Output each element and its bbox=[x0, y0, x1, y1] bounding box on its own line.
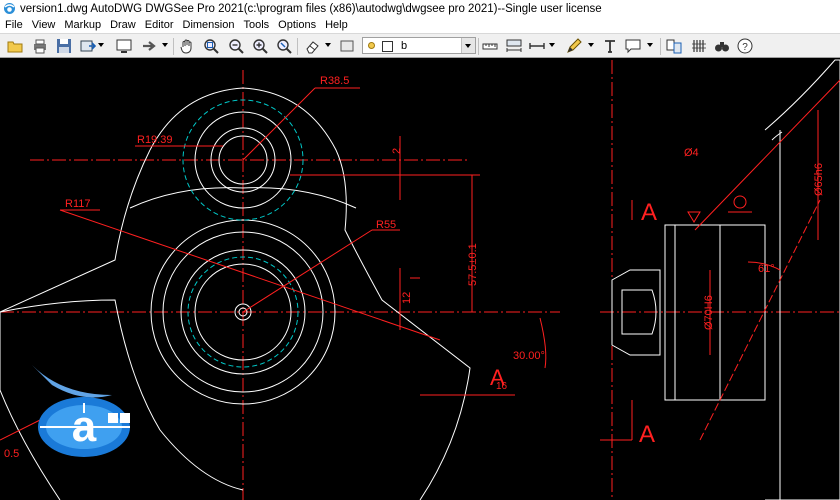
toolbar-separator bbox=[660, 38, 661, 55]
forward-dropdown-arrow[interactable] bbox=[162, 43, 168, 47]
dim-text-d4: Ø4 bbox=[684, 147, 699, 159]
menu-view[interactable]: View bbox=[32, 19, 56, 31]
section-label-a-bottom: A bbox=[639, 421, 655, 448]
display-icon[interactable] bbox=[115, 37, 133, 55]
hatch-icon[interactable] bbox=[690, 37, 708, 55]
dimension-icon[interactable] bbox=[505, 37, 523, 55]
flange-outline bbox=[764, 59, 840, 500]
dim-text-12: 12 bbox=[401, 292, 413, 304]
dim-text-r38: R38.5 bbox=[320, 75, 349, 87]
drawing-canvas[interactable]: R38.5 R19.39 R117 R55 2 57.5±0.1 12 30.0… bbox=[0, 58, 840, 500]
section-label-a-left: A bbox=[490, 365, 505, 390]
dim-text-left: 0.5 bbox=[4, 448, 19, 460]
zoom-in-icon[interactable] bbox=[251, 37, 269, 55]
app-icon bbox=[4, 3, 15, 14]
binoculars-icon[interactable] bbox=[713, 37, 731, 55]
measure-icon[interactable] bbox=[481, 37, 499, 55]
toolbar-separator bbox=[173, 38, 174, 55]
layer-dropdown-arrow[interactable] bbox=[461, 38, 475, 53]
rectangle-icon[interactable] bbox=[338, 37, 356, 55]
comment-icon[interactable] bbox=[624, 37, 642, 55]
export-dropdown-arrow[interactable] bbox=[98, 43, 104, 47]
dim-text-r117: R117 bbox=[65, 198, 90, 210]
layer-dropdown[interactable]: b bbox=[362, 37, 476, 54]
svg-text:?: ? bbox=[742, 42, 748, 53]
zoom-out-icon[interactable] bbox=[227, 37, 245, 55]
toolbar-separator bbox=[478, 38, 479, 55]
comment-dropdown-arrow[interactable] bbox=[647, 43, 653, 47]
print-icon[interactable] bbox=[31, 37, 49, 55]
layer-color-swatch bbox=[382, 41, 393, 52]
dim-text-r55: R55 bbox=[376, 219, 396, 231]
autodwg-logo: a bbox=[32, 365, 130, 457]
dim-text-575: 57.5±0.1 bbox=[467, 243, 479, 286]
dim-text-2: 2 bbox=[391, 148, 403, 154]
menu-file[interactable]: File bbox=[5, 19, 23, 31]
menu-options[interactable]: Options bbox=[278, 19, 316, 31]
dwgsee-window: version1.dwg AutoDWG DWGSee Pro 2021(c:\… bbox=[0, 0, 840, 500]
help-icon[interactable]: ? bbox=[736, 37, 754, 55]
menu-tools[interactable]: Tools bbox=[243, 19, 269, 31]
dim-text-61: 61° bbox=[758, 263, 775, 275]
hidden-diag-line bbox=[699, 199, 821, 441]
menu-markup[interactable]: Markup bbox=[64, 19, 101, 31]
open-folder-icon[interactable] bbox=[6, 37, 24, 55]
forward-arrow-icon[interactable] bbox=[140, 37, 158, 55]
dim-text-r19: R19.39 bbox=[137, 134, 172, 146]
main-toolbar: b ? bbox=[0, 33, 840, 58]
eraser-dropdown-arrow[interactable] bbox=[325, 43, 331, 47]
menu-bar: File View Markup Draw Editor Dimension T… bbox=[0, 17, 840, 33]
datum-triangle bbox=[687, 211, 701, 223]
zoom-window-icon[interactable] bbox=[202, 37, 220, 55]
menu-draw[interactable]: Draw bbox=[110, 19, 136, 31]
dim-line-r55 bbox=[242, 229, 373, 313]
datum-circle bbox=[733, 195, 747, 209]
export-icon[interactable] bbox=[79, 37, 97, 55]
zoom-realtime-icon[interactable] bbox=[275, 37, 293, 55]
dim-text-d70: Ø70H6 bbox=[703, 295, 715, 330]
eraser-icon[interactable] bbox=[303, 37, 321, 55]
toolbar-separator bbox=[297, 38, 298, 55]
compare-icon[interactable] bbox=[665, 37, 683, 55]
dim-text-30: 30.00° bbox=[513, 350, 545, 362]
title-bar: version1.dwg AutoDWG DWGSee Pro 2021(c:\… bbox=[0, 0, 840, 17]
layer-sun-icon bbox=[368, 42, 375, 49]
pan-hand-icon[interactable] bbox=[178, 37, 196, 55]
dim-text-d65: Ø65h6 bbox=[813, 163, 825, 196]
menu-help[interactable]: Help bbox=[325, 19, 348, 31]
menu-dimension[interactable]: Dimension bbox=[183, 19, 235, 31]
window-title: version1.dwg AutoDWG DWGSee Pro 2021(c:\… bbox=[20, 2, 602, 15]
linear-dimension-icon[interactable] bbox=[528, 37, 546, 55]
dim-line-r38 bbox=[242, 87, 316, 161]
save-icon[interactable] bbox=[55, 37, 73, 55]
pen-dropdown-arrow[interactable] bbox=[588, 43, 594, 47]
section-label-a-top: A bbox=[641, 199, 657, 226]
dimension-dropdown-arrow[interactable] bbox=[549, 43, 555, 47]
pen-icon[interactable] bbox=[565, 37, 583, 55]
text-icon[interactable] bbox=[601, 37, 619, 55]
menu-editor[interactable]: Editor bbox=[145, 19, 174, 31]
layer-value: b bbox=[401, 39, 408, 52]
